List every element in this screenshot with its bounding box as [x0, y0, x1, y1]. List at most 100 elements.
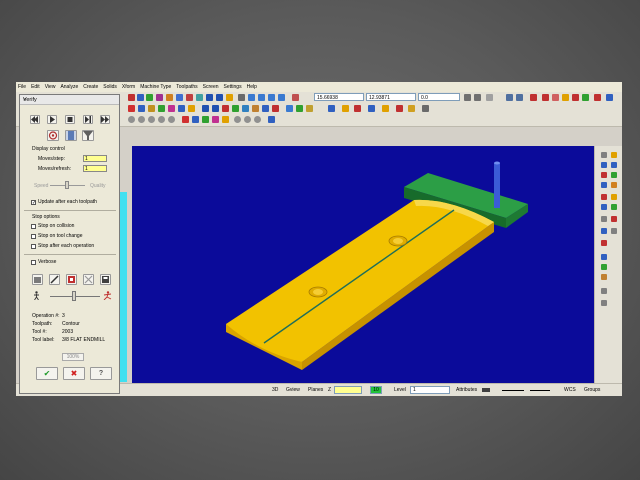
menu-settings[interactable]: Settings [224, 84, 242, 90]
stop-icon[interactable] [601, 240, 607, 246]
screen-icon[interactable] [562, 94, 569, 101]
stop-after-each-operation-checkbox[interactable] [31, 244, 36, 249]
torus-icon[interactable] [158, 116, 165, 123]
snap-icon[interactable] [601, 228, 607, 234]
letters-icon[interactable] [188, 105, 195, 112]
sweep-icon[interactable] [202, 116, 209, 123]
zoom-prev-icon[interactable] [611, 152, 617, 158]
view-top-icon[interactable] [601, 162, 607, 168]
menu-toolpaths[interactable]: Toolpaths [176, 84, 197, 90]
menu-solids[interactable]: Solids [103, 84, 117, 90]
status-attributes[interactable]: Attributes [456, 386, 477, 395]
zoom-out-icon[interactable] [216, 94, 223, 101]
show-holder-button[interactable] [65, 130, 77, 141]
update-after-each-checkbox[interactable]: ✓ [31, 200, 36, 206]
status-wcs[interactable]: WCS [564, 386, 576, 395]
toolpath-manager-icon[interactable] [368, 105, 375, 112]
verify-title-bar[interactable]: Verify × [20, 95, 119, 105]
hidden-line-icon[interactable] [601, 204, 607, 210]
fast-forward-button[interactable] [100, 115, 110, 124]
extrude-icon[interactable] [182, 116, 189, 123]
rewind-button[interactable] [30, 115, 40, 124]
level-icon[interactable] [601, 216, 607, 222]
cylinder-icon[interactable] [148, 116, 155, 123]
arc-icon[interactable] [138, 105, 145, 112]
status-groups[interactable]: Groups [584, 386, 600, 395]
backplot-icon[interactable] [382, 105, 389, 112]
fit-icon[interactable] [226, 94, 233, 101]
paste-icon[interactable] [186, 94, 193, 101]
level-field[interactable]: 1 [410, 386, 450, 394]
coord-y-field[interactable]: 12.93871 [366, 93, 416, 101]
loft-icon[interactable] [212, 116, 219, 123]
graphics-viewport[interactable] [132, 146, 594, 383]
menu-file[interactable]: File [18, 84, 26, 90]
hide-icon[interactable] [552, 94, 559, 101]
gview-top-icon[interactable] [248, 94, 255, 101]
moves-step-field[interactable]: 1 [83, 155, 107, 162]
view-right-icon[interactable] [601, 172, 607, 178]
view-front-icon[interactable] [611, 162, 617, 168]
ok-button[interactable]: ✔ [36, 367, 58, 380]
offset-icon[interactable] [272, 105, 279, 112]
copy-icon[interactable] [176, 94, 183, 101]
open-icon[interactable] [137, 94, 144, 101]
shell-icon[interactable] [234, 116, 241, 123]
select-icon[interactable] [422, 105, 429, 112]
zoom-window-icon[interactable] [196, 94, 203, 101]
xform-mirror-icon[interactable] [601, 264, 607, 270]
stop-on-tool-change-checkbox[interactable] [31, 234, 36, 239]
stock-model-button[interactable] [66, 274, 77, 285]
menu-view[interactable]: View [45, 84, 56, 90]
status-level-label[interactable]: Level [394, 386, 406, 395]
verbose-checkbox[interactable] [31, 260, 36, 265]
grid-toggle-icon[interactable] [611, 228, 617, 234]
menu-analyze[interactable]: Analyze [60, 84, 78, 90]
join-icon[interactable] [222, 105, 229, 112]
sim-speed-slider-thumb[interactable] [72, 291, 76, 301]
dimension-icon[interactable] [328, 105, 335, 112]
coord-x-field[interactable]: 15.66938 [314, 93, 364, 101]
gview-side-icon[interactable] [268, 94, 275, 101]
chain-icon[interactable] [582, 94, 589, 101]
cancel-button[interactable]: ✖ [63, 367, 85, 380]
draft-icon[interactable] [244, 116, 251, 123]
close-icon[interactable]: × [23, 97, 117, 104]
rectangle-icon[interactable] [168, 105, 175, 112]
boolean-icon[interactable] [222, 116, 229, 123]
fast-point-icon[interactable] [474, 94, 481, 101]
repaint-icon[interactable] [238, 94, 245, 101]
line-style-icon[interactable] [502, 390, 524, 391]
menu-help[interactable]: Help [247, 84, 257, 90]
delete-icon[interactable] [530, 94, 537, 101]
lock-icon[interactable] [464, 94, 471, 101]
break-icon[interactable] [212, 105, 219, 112]
scale-icon[interactable] [252, 105, 259, 112]
view-iso-icon[interactable] [611, 172, 617, 178]
post-icon[interactable] [408, 105, 415, 112]
mirror-icon[interactable] [232, 105, 239, 112]
z-depth-field[interactable] [334, 386, 362, 394]
step-button[interactable] [83, 115, 93, 124]
color-swatch[interactable]: 10 [370, 386, 382, 394]
show-tool-button[interactable] [47, 130, 59, 141]
zoom-in-icon[interactable] [206, 94, 213, 101]
solids-icon[interactable] [286, 105, 293, 112]
solid-fillet-icon[interactable] [268, 116, 275, 123]
save-stl-button[interactable] [100, 274, 111, 285]
help-button[interactable]: ? [90, 367, 112, 380]
measure-button[interactable] [49, 274, 60, 285]
stop-on-collision-checkbox[interactable] [31, 224, 36, 229]
status-planes[interactable]: Planes [308, 386, 323, 395]
slice-button[interactable] [32, 274, 43, 285]
verify-icon[interactable] [396, 105, 403, 112]
gview-front-icon[interactable] [258, 94, 265, 101]
menu-create[interactable]: Create [83, 84, 98, 90]
surfaces-icon[interactable] [296, 105, 303, 112]
new-icon[interactable] [128, 94, 135, 101]
wire-icon[interactable] [611, 204, 617, 210]
revolve-icon[interactable] [192, 116, 199, 123]
wireframe-icon[interactable] [342, 105, 349, 112]
analyze-icon[interactable] [542, 94, 549, 101]
fillet-icon[interactable] [148, 105, 155, 112]
